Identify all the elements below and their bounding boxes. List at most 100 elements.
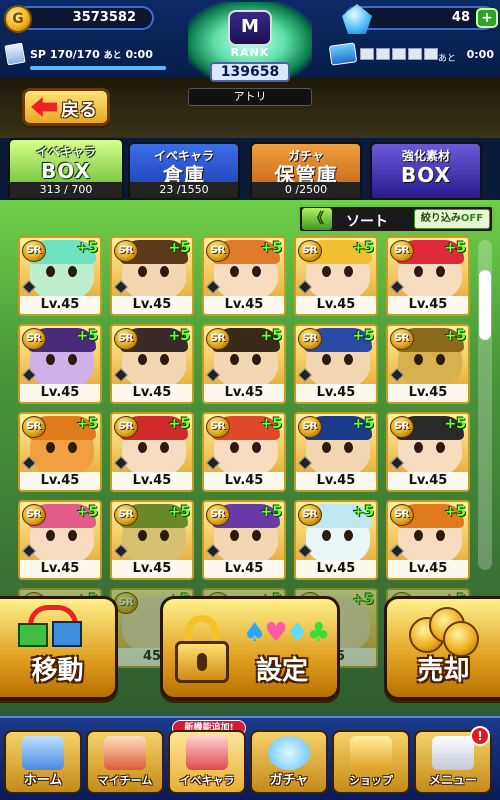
move-button[interactable]: 移動 [0,596,118,700]
gem-value: 48 [451,10,470,25]
plus-value: +5 [168,240,190,256]
sort-button[interactable]: ソート [346,211,388,231]
back-button[interactable]: 戻る [22,88,110,126]
chara-card[interactable]: SR +5 Lv.45 [202,324,286,404]
chara-eye [322,442,331,453]
chara-eye [230,266,239,277]
tab-main-label: BOX [41,159,91,183]
chara-card[interactable]: SR +5 Lv.45 [294,324,378,404]
filter-state: OFF [460,213,484,224]
chara-eye [68,354,77,365]
chara-card[interactable]: SR +5 Lv.45 [110,412,194,492]
card-level: Lv.45 [20,384,100,402]
plus-value: +5 [260,504,282,520]
rarity-badge: SR [22,416,46,438]
chara-card[interactable]: SR +5 Lv.45 [18,412,102,492]
nav-label: ショップ [349,774,393,787]
chara-eye [322,530,331,541]
gem-counter: 48 + [342,4,498,34]
plus-value: +5 [76,504,98,520]
sort-toggle-button[interactable]: 《 [302,208,332,230]
nav-my-team[interactable]: マイチーム [86,730,164,794]
chara-card[interactable]: SR +5 Lv.45 [294,412,378,492]
card-level: Lv.45 [388,472,468,490]
chara-card[interactable]: SR +5 Lv.45 [18,324,102,404]
sp-meter: SP 170/170 あと 0:00 [4,42,166,74]
tab-top-label: 強化素材 [401,149,450,163]
rarity-badge: SR [298,416,322,438]
nav-event-chara[interactable]: イベキャラ [168,730,246,794]
rank-emblem[interactable]: M RANK 139658 [180,0,320,92]
chara-eye [160,354,169,365]
nav-shop[interactable]: ショップ [332,730,410,794]
nav-label: イベキャラ [179,774,235,787]
chara-eye [252,442,261,453]
chara-card[interactable]: SR +5 Lv.45 [202,412,286,492]
nav-home[interactable]: ホーム [4,730,82,794]
lock-setting-button[interactable]: ♠♥♦♣ 設定 [160,596,340,700]
chara-eye [436,530,445,541]
sp-ticket-icon [4,42,26,66]
rarity-badge: SR [390,416,414,438]
home-icon [22,736,64,770]
chara-card[interactable]: SR +5 Lv.45 [110,324,194,404]
chara-card[interactable]: SR +5 Lv.45 [18,236,102,316]
sp-value: 170/170 [49,48,100,61]
rarity-badge: SR [22,240,46,262]
setting-label: 設定 [255,656,308,686]
chara-card[interactable]: SR +5 Lv.45 [110,500,194,580]
chara-eye [46,442,55,453]
tab-gacha-vault[interactable]: ガチャ 保管庫 0 /2500 [250,142,362,200]
chara-card[interactable]: SR +5 Lv.45 [386,412,470,492]
chara-card[interactable]: SR +5 Lv.45 [18,500,102,580]
chara-card[interactable]: SR +5 Lv.45 [202,500,286,580]
buy-gems-button[interactable]: + [476,8,498,28]
tab-event-char-box[interactable]: イベキャラ BOX 313 / 700 [8,138,124,200]
card-level: Lv.45 [388,560,468,578]
sell-button[interactable]: 売却 [384,596,500,700]
chara-eye [138,354,147,365]
chara-eye [46,354,55,365]
sp-label: SP [30,48,46,61]
rank-label: RANK [230,46,270,59]
filter-button[interactable]: 絞り込みOFF [414,209,490,229]
sp-progress-fill [30,66,166,70]
stamina-time: 0:00 [466,48,494,61]
tab-event-char-storage[interactable]: イベキャラ 倉庫 23 /1550 [128,142,240,200]
tab-count: 23 /1550 [130,182,238,198]
tab-material-box[interactable]: 強化素材 BOX [370,142,482,200]
card-level: Lv.45 [296,384,376,402]
stamina-ticket-icon [328,42,358,66]
nav-gacha[interactable]: ガチャ [250,730,328,794]
scroll-thumb[interactable] [479,270,491,340]
rarity-badge: SR [298,328,322,350]
chara-eye [230,442,239,453]
lock-icon [175,615,229,685]
chara-card[interactable]: SR +5 Lv.45 [294,236,378,316]
sp-time: 0:00 [125,48,153,61]
chara-card[interactable]: SR +5 Lv.45 [386,324,470,404]
filter-label: 絞り込み [420,213,461,224]
coin-icon: G [4,5,32,33]
plus-value: +5 [352,240,374,256]
card-level: Lv.45 [112,472,192,490]
plus-value: +5 [352,328,374,344]
rarity-badge: SR [298,504,322,526]
stamina-after-label: あと [438,54,457,64]
scrollbar[interactable] [478,240,492,570]
chara-card[interactable]: SR +5 Lv.45 [202,236,286,316]
chara-eye [414,354,423,365]
chara-eye [322,354,331,365]
stamina-box [392,48,406,60]
plus-value: +5 [444,504,466,520]
chara-card[interactable]: SR +5 Lv.45 [386,236,470,316]
plus-value: +5 [260,328,282,344]
plus-value: +5 [352,592,374,608]
chara-card[interactable]: SR +5 Lv.45 [386,500,470,580]
chara-eye [344,530,353,541]
player-name: アトリ [188,88,312,106]
chara-card[interactable]: SR +5 Lv.45 [294,500,378,580]
back-label: 戻る [61,100,97,121]
tab-count: 313 / 700 [10,182,122,198]
chara-card[interactable]: SR +5 Lv.45 [110,236,194,316]
